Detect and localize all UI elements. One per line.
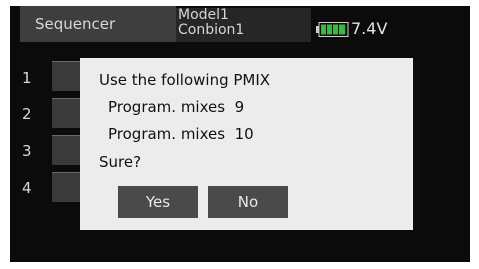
row-number: 3 bbox=[22, 142, 32, 160]
row-number: 2 bbox=[22, 105, 32, 123]
battery-voltage: 7.4V bbox=[351, 19, 388, 38]
pmix-item: Program. mixes 10 bbox=[108, 125, 254, 143]
row-number: 1 bbox=[22, 69, 32, 87]
model-subname: Conbion1 bbox=[178, 22, 245, 38]
transmitter-screen: Sequencer Model1 Conbion1 7.4V 1 2 3 4 U… bbox=[10, 6, 470, 262]
dialog-message: Use the following PMIX bbox=[99, 71, 271, 89]
screen-title: Sequencer bbox=[35, 15, 116, 33]
screenshot: Sequencer Model1 Conbion1 7.4V 1 2 3 4 U… bbox=[0, 0, 479, 269]
row-number: 4 bbox=[22, 179, 32, 197]
no-button[interactable]: No bbox=[208, 186, 288, 218]
model-name-box[interactable]: Model1 Conbion1 bbox=[176, 8, 311, 42]
model-name: Model1 bbox=[178, 7, 229, 23]
screen-title-tab[interactable]: Sequencer bbox=[20, 6, 176, 42]
confirm-dialog: Use the following PMIX Program. mixes 9 … bbox=[80, 58, 413, 230]
battery-icon bbox=[316, 22, 349, 37]
pmix-item: Program. mixes 9 bbox=[108, 98, 245, 116]
dialog-question: Sure? bbox=[99, 153, 142, 171]
yes-button[interactable]: Yes bbox=[118, 186, 198, 218]
